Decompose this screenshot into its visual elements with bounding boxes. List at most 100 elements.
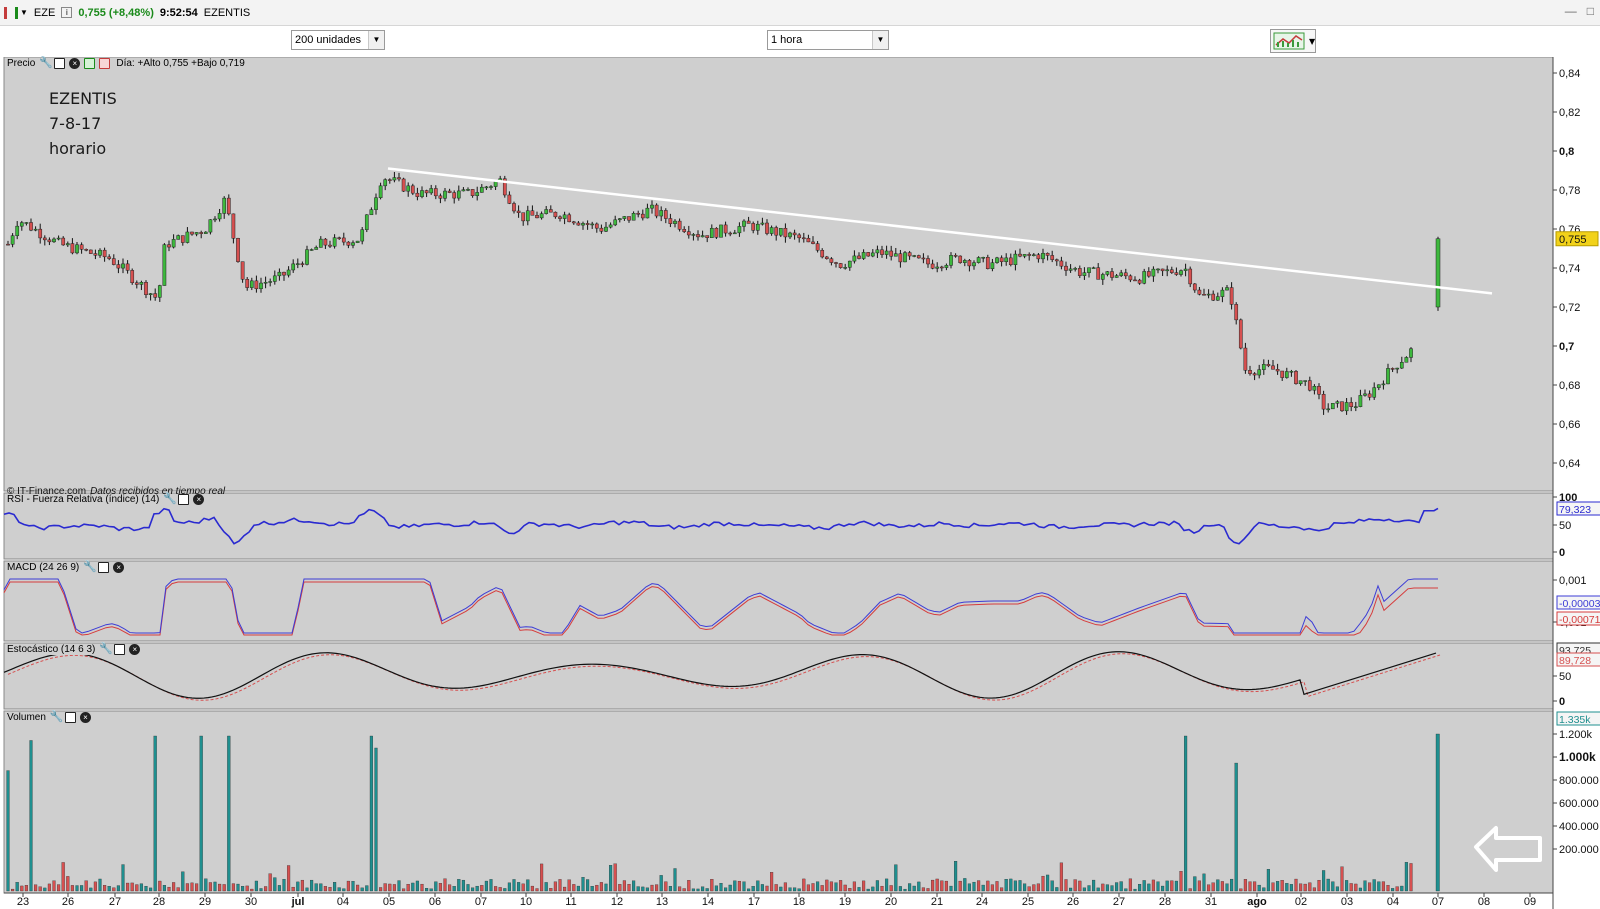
time-axis-label: 26 xyxy=(62,896,74,908)
volume-bar xyxy=(314,883,318,892)
export-icon[interactable] xyxy=(84,58,96,69)
volume-bar xyxy=(710,879,714,892)
volume-bar xyxy=(834,882,838,892)
volume-bar xyxy=(756,880,760,892)
window-icon[interactable] xyxy=(114,644,126,655)
volume-bar xyxy=(254,880,258,892)
volume-bar xyxy=(829,881,833,892)
candle-body xyxy=(976,257,981,263)
interval-select[interactable]: 1 hora ▼ xyxy=(767,30,889,50)
wrench-icon[interactable]: 🔧 xyxy=(163,494,177,505)
volume-bar xyxy=(627,884,631,892)
candle-body xyxy=(654,204,659,217)
candle-body xyxy=(686,231,691,236)
candle-body xyxy=(898,253,903,263)
volume-bar xyxy=(1230,878,1234,892)
maximize-icon[interactable]: □ xyxy=(1587,4,1594,18)
volume-bar xyxy=(195,883,199,892)
rsi-panel-title: RSI - Fuerza Relativa (índice) (14) xyxy=(7,494,160,505)
volume-bar xyxy=(1050,880,1054,892)
volume-bar xyxy=(1358,887,1362,892)
volume-bar xyxy=(1289,884,1293,892)
volume-bar xyxy=(498,887,502,892)
minimize-icon[interactable]: — xyxy=(1565,4,1577,18)
volume-bar xyxy=(691,888,695,892)
candle-body xyxy=(1151,268,1156,277)
time-axis-label: 10 xyxy=(520,896,532,908)
candle-body xyxy=(1326,408,1331,411)
candle-body xyxy=(1192,283,1197,291)
import-icon[interactable] xyxy=(99,58,111,69)
volume-bar xyxy=(954,861,958,892)
candle-body xyxy=(479,186,484,193)
volume-bar xyxy=(940,880,944,892)
candle-body xyxy=(1409,348,1413,358)
candle-body xyxy=(194,232,199,235)
candle-body xyxy=(116,264,121,269)
wrench-icon[interactable]: 🔧 xyxy=(99,644,113,655)
close-icon[interactable]: × xyxy=(113,562,125,573)
candle-body xyxy=(746,220,751,224)
volume-bar xyxy=(1105,884,1109,892)
wrench-icon[interactable]: 🔧 xyxy=(83,562,97,573)
chart-type-button[interactable]: ▼ xyxy=(1270,29,1316,53)
candle-body xyxy=(240,261,245,280)
volume-bar xyxy=(1170,880,1174,892)
chart-icon[interactable] xyxy=(4,6,18,19)
candle-body xyxy=(1114,275,1119,278)
volume-bar xyxy=(572,884,576,892)
chart-canvas[interactable]: 0,840,820,80,780,760,740,720,70,680,660,… xyxy=(0,57,1600,909)
volume-bar xyxy=(415,880,419,892)
volume-bar xyxy=(70,885,74,892)
volume-bar xyxy=(549,888,553,892)
candle-body xyxy=(1091,267,1096,269)
volume-panel-frame xyxy=(3,710,1554,894)
volume-bar xyxy=(1220,881,1224,892)
info-icon[interactable]: i xyxy=(61,7,73,18)
volume-bar xyxy=(806,884,810,892)
volume-bar xyxy=(880,885,884,892)
close-icon[interactable]: × xyxy=(193,494,205,505)
window-icon[interactable] xyxy=(98,562,110,573)
dropdown-chevron-icon[interactable]: ▼ xyxy=(20,8,28,17)
window-icon[interactable] xyxy=(54,58,66,69)
candle-body xyxy=(1234,304,1239,321)
price-tick-label: 0,74 xyxy=(1559,263,1580,275)
candle-body xyxy=(815,243,820,251)
volume-bar xyxy=(1059,862,1063,892)
volume-bar xyxy=(981,884,985,892)
volume-bar xyxy=(917,881,921,892)
time-axis-label: ago xyxy=(1247,896,1267,908)
volume-bar xyxy=(1096,887,1100,892)
candle-body xyxy=(171,239,176,248)
volume-bar xyxy=(1151,879,1155,892)
volume-bar xyxy=(503,888,507,892)
volume-bar xyxy=(586,879,590,892)
close-icon[interactable]: × xyxy=(69,58,81,69)
units-select[interactable]: 200 unidades ▼ xyxy=(291,30,385,50)
wrench-icon[interactable]: 🔧 xyxy=(39,58,53,69)
volume-bar xyxy=(553,881,557,892)
window-icon[interactable] xyxy=(178,494,190,505)
time-axis-label: 28 xyxy=(153,896,165,908)
volume-bar xyxy=(567,879,571,892)
candle-body xyxy=(443,190,447,199)
volume-bar xyxy=(1055,887,1059,892)
candle-body xyxy=(544,209,549,214)
candle-body xyxy=(1119,272,1124,276)
window-icon[interactable] xyxy=(64,712,76,723)
candle-body xyxy=(1330,403,1335,410)
volume-bar xyxy=(1184,735,1188,892)
candle-body xyxy=(249,280,254,288)
chart-area[interactable]: 0,84 0,82 0,8 0,78 0,76 0,74 0,72 0,7 0,68 0,66 0,… xyxy=(0,57,1600,909)
candle-body xyxy=(1294,371,1298,385)
candle-body xyxy=(889,250,894,257)
volume-bar xyxy=(383,883,387,892)
candle-body xyxy=(29,222,33,231)
wrench-icon[interactable]: 🔧 xyxy=(50,712,64,723)
price-tick-label: 0,66 xyxy=(1559,419,1580,431)
volume-bar xyxy=(875,880,879,892)
close-icon[interactable]: × xyxy=(79,712,91,723)
close-icon[interactable]: × xyxy=(129,644,141,655)
time-axis-label: 20 xyxy=(885,896,897,908)
